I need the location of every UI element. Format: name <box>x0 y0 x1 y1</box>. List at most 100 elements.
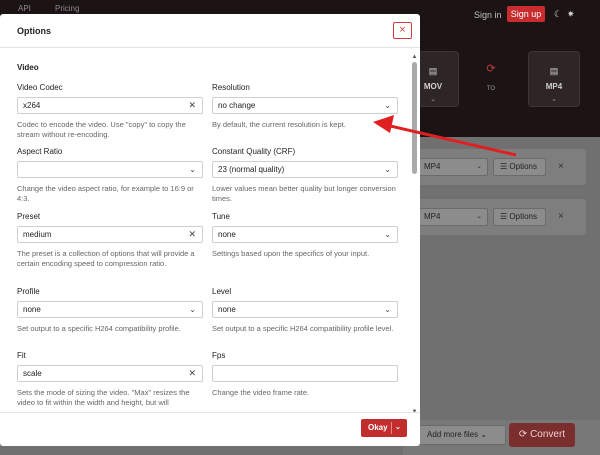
row-options-button[interactable]: ☰ Options <box>493 158 546 176</box>
level-select[interactable]: none ⌄ <box>212 301 398 318</box>
tune-select[interactable]: none ⌄ <box>212 226 398 243</box>
scrollbar-thumb[interactable] <box>412 62 417 174</box>
crf-field: Constant Quality (CRF) 23 (normal qualit… <box>212 147 398 204</box>
crf-help: Lower values mean better quality but lon… <box>212 184 396 203</box>
tune-field: Tune none ⌄ Settings based upon the spec… <box>212 212 398 259</box>
sun-icon[interactable]: ✷ <box>567 9 575 20</box>
fit-value: scale <box>23 369 42 378</box>
profile-select[interactable]: none ⌄ <box>17 301 203 318</box>
row-format-select[interactable]: MP4 ⌄ <box>418 158 488 176</box>
preset-field: Preset medium ✕ The preset is a collecti… <box>17 212 203 269</box>
convert-arrows-icon: ⟳ <box>486 63 496 75</box>
aspect-ratio-help: Change the video aspect ratio, for examp… <box>17 184 194 203</box>
resolution-help: By default, the current resolution is ke… <box>212 120 346 129</box>
preset-select[interactable]: medium ✕ <box>17 226 203 243</box>
chevron-down-icon: ⌄ <box>189 305 196 314</box>
chevron-down-icon: ⌄ <box>476 163 482 170</box>
preset-label: Preset <box>17 212 41 221</box>
to-label: TO <box>486 86 496 92</box>
aspect-ratio-label: Aspect Ratio <box>17 147 63 156</box>
okay-label: Okay <box>368 423 388 432</box>
fps-input[interactable] <box>212 365 398 382</box>
chevron-down-icon: ⌄ <box>189 165 196 174</box>
crf-select[interactable]: 23 (normal quality) ⌄ <box>212 161 398 178</box>
fit-help: Sets the mode of sizing the video. "Max"… <box>17 388 190 407</box>
level-value: none <box>218 305 236 314</box>
chevron-down-icon: ⌄ <box>480 430 488 439</box>
row-options-label: Options <box>509 212 537 221</box>
video-codec-help: Codec to encode the video. Use "copy" to… <box>17 120 186 139</box>
convert-icon: ⟳ <box>518 429 528 440</box>
chevron-down-icon: ⌄ <box>384 230 391 239</box>
dialog-footer: Okay ⌄ <box>0 412 420 446</box>
add-more-files-button[interactable]: Add more files ⌄ <box>416 425 506 445</box>
dialog-title: Options <box>17 26 51 36</box>
profile-field: Profile none ⌄ Set output to a specific … <box>17 287 203 334</box>
chevron-down-icon: ⌄ <box>384 101 391 110</box>
video-codec-value: x264 <box>23 101 41 110</box>
tune-help: Settings based upon the specifics of you… <box>212 249 370 258</box>
fps-label: Fps <box>212 351 226 360</box>
aspect-ratio-field: Aspect Ratio ⌄ Change the video aspect r… <box>17 147 203 204</box>
resolution-value: no change <box>218 101 256 110</box>
crf-value: 23 (normal quality) <box>218 165 285 174</box>
sign-up-button[interactable]: Sign up <box>507 6 545 22</box>
resolution-label: Resolution <box>212 83 250 92</box>
close-icon[interactable]: × <box>393 22 412 39</box>
dialog-body: Video Video Codec x264 ✕ Codec to encode… <box>0 49 420 412</box>
profile-label: Profile <box>17 287 40 296</box>
convert-label: Convert <box>530 429 566 440</box>
chevron-down-icon: ⌄ <box>384 165 391 174</box>
nav-link-api[interactable]: API <box>18 4 31 13</box>
chevron-down-icon: ⌄ <box>551 96 557 103</box>
chevron-down-icon: ⌄ <box>384 305 391 314</box>
fps-field: Fps Change the video frame rate. <box>212 351 398 398</box>
sign-in-link[interactable]: Sign in <box>474 10 502 20</box>
sliders-icon: ☰ <box>500 162 508 171</box>
dialog-header: Options × <box>0 14 420 48</box>
to-format-select[interactable]: ▤ MP4 ⌄ <box>528 51 580 107</box>
section-heading-video: Video <box>17 63 39 72</box>
profile-help: Set output to a specific H264 compatibil… <box>17 324 181 333</box>
row-format-select[interactable]: MP4 ⌄ <box>418 208 488 226</box>
tune-value: none <box>218 230 236 239</box>
preset-value: medium <box>23 230 52 239</box>
remove-row-icon[interactable]: × <box>558 161 564 172</box>
fit-select[interactable]: scale ✕ <box>17 365 203 382</box>
clear-icon[interactable]: ✕ <box>188 98 196 113</box>
remove-row-icon[interactable]: × <box>558 211 564 222</box>
convert-button[interactable]: ⟳ Convert <box>509 423 575 447</box>
row-options-label: Options <box>509 162 537 171</box>
level-label: Level <box>212 287 232 296</box>
clear-icon[interactable]: ✕ <box>188 227 196 242</box>
nav-link-pricing[interactable]: Pricing <box>55 4 79 13</box>
sliders-icon: ☰ <box>500 212 508 221</box>
button-divider <box>391 422 392 434</box>
options-dialog: Options × Video Video Codec x264 ✕ Codec… <box>0 14 420 446</box>
level-help: Set output to a specific H264 compatibil… <box>212 324 394 333</box>
video-codec-field: Video Codec x264 ✕ Codec to encode the v… <box>17 83 203 140</box>
okay-button[interactable]: Okay ⌄ <box>361 419 407 437</box>
file-icon: ▤ <box>549 66 559 76</box>
preset-help: The preset is a collection of options th… <box>17 249 195 268</box>
dialog-scrollbar[interactable]: ▲ ▼ <box>411 54 418 418</box>
fit-field: Fit scale ✕ Sets the mode of sizing the … <box>17 351 203 408</box>
video-codec-label: Video Codec <box>17 83 63 92</box>
to-format-label: MP4 <box>545 82 563 91</box>
scroll-up-icon[interactable]: ▲ <box>411 54 418 60</box>
add-more-label: Add more files <box>427 430 479 439</box>
resolution-field: Resolution no change ⌄ By default, the c… <box>212 83 398 130</box>
resolution-select[interactable]: no change ⌄ <box>212 97 398 114</box>
profile-value: none <box>23 305 41 314</box>
row-format-label: MP4 <box>424 162 441 171</box>
fit-label: Fit <box>17 351 26 360</box>
aspect-ratio-select[interactable]: ⌄ <box>17 161 203 178</box>
level-field: Level none ⌄ Set output to a specific H2… <box>212 287 398 334</box>
chevron-down-icon[interactable]: ⌄ <box>395 419 401 437</box>
row-format-label: MP4 <box>424 212 441 221</box>
video-codec-select[interactable]: x264 ✕ <box>17 97 203 114</box>
moon-icon[interactable]: ☾ <box>554 9 562 20</box>
fps-help: Change the video frame rate. <box>212 388 310 397</box>
clear-icon[interactable]: ✕ <box>188 366 196 381</box>
row-options-button[interactable]: ☰ Options <box>493 208 546 226</box>
